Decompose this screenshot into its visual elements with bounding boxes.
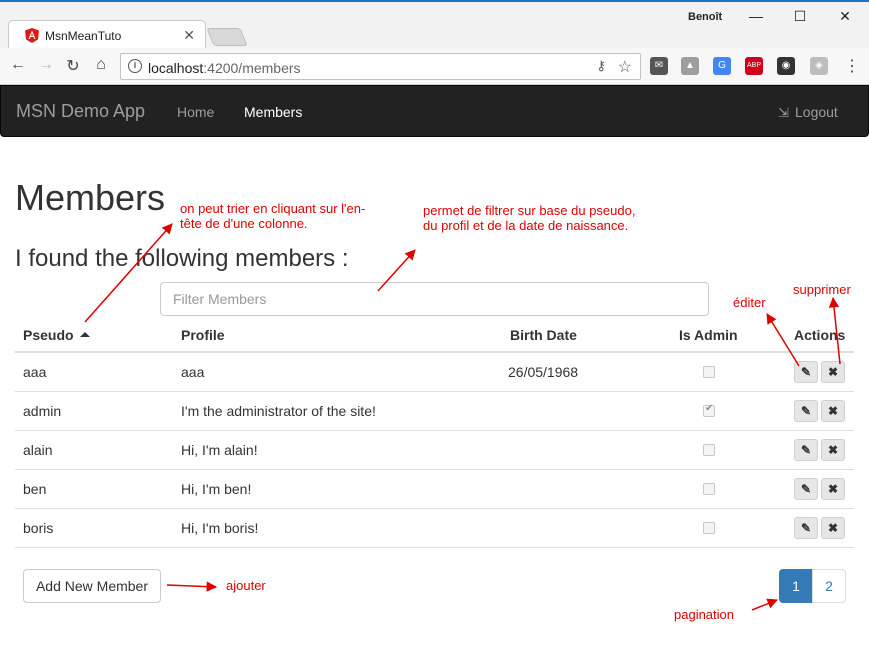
table-row: alain Hi, I'm alain! ✎ ✖ bbox=[15, 431, 854, 470]
page-1-button[interactable]: 1 bbox=[779, 569, 813, 603]
page-subtitle: I found the following members : bbox=[15, 245, 349, 272]
cell-pseudo: alain bbox=[23, 442, 53, 458]
logout-label: Logout bbox=[795, 104, 838, 120]
edit-button[interactable]: ✎ bbox=[794, 517, 818, 539]
table-row: ben Hi, I'm ben! ✎ ✖ bbox=[15, 470, 854, 509]
maximize-icon[interactable]: ☐ bbox=[790, 8, 810, 25]
add-member-button[interactable]: Add New Member bbox=[23, 569, 161, 603]
new-tab-button[interactable] bbox=[206, 28, 248, 46]
cube-extension-icon[interactable]: ◈ bbox=[810, 57, 828, 75]
members-table: Pseudo Profile Birth Date Is Admin Actio… bbox=[15, 316, 854, 548]
star-icon[interactable]: ☆ bbox=[618, 57, 632, 77]
page-2-button[interactable]: 2 bbox=[812, 569, 846, 603]
filter-input[interactable] bbox=[160, 282, 709, 316]
column-header-profile[interactable]: Profile bbox=[181, 327, 225, 343]
menu-icon[interactable]: ⋮ bbox=[842, 56, 862, 76]
is-admin-checkbox bbox=[703, 483, 715, 495]
angular-favicon-icon bbox=[25, 28, 39, 43]
cell-pseudo: boris bbox=[23, 520, 54, 536]
url-host: localhost bbox=[148, 60, 204, 76]
table-body: aaa aaa 26/05/1968 ✎ ✖ admin I'm the administr… bbox=[15, 353, 854, 548]
table-header: Pseudo Profile Birth Date Is Admin Actio… bbox=[15, 316, 854, 353]
delete-button[interactable]: ✖ bbox=[821, 517, 845, 539]
page-title: Members bbox=[15, 177, 166, 218]
column-header-is-admin[interactable]: Is Admin bbox=[679, 327, 738, 343]
cell-profile: Hi, I'm ben! bbox=[181, 481, 252, 497]
column-header-actions: Actions bbox=[794, 327, 846, 343]
is-admin-checkbox bbox=[703, 444, 715, 456]
edit-button[interactable]: ✎ bbox=[794, 400, 818, 422]
table-row: boris Hi, I'm boris! ✎ ✖ bbox=[15, 509, 854, 548]
is-admin-checkbox bbox=[703, 403, 715, 417]
tab-title: MsnMeanTuto bbox=[45, 29, 122, 43]
drive-extension-icon[interactable]: ▲ bbox=[681, 57, 699, 75]
translate-extension-icon[interactable]: G bbox=[713, 57, 731, 75]
lastpass-extension-icon[interactable]: ◉ bbox=[777, 57, 795, 75]
mail-extension-icon[interactable]: ✉ bbox=[650, 57, 668, 75]
forward-icon[interactable]: → bbox=[36, 56, 56, 74]
annotation-sort: on peut trier en cliquant sur l'en-tête … bbox=[180, 201, 366, 231]
cell-pseudo: admin bbox=[23, 403, 62, 419]
edit-button[interactable]: ✎ bbox=[794, 439, 818, 461]
delete-button[interactable]: ✖ bbox=[821, 361, 845, 383]
is-admin-checkbox bbox=[703, 522, 715, 534]
back-icon[interactable]: ← bbox=[8, 56, 28, 74]
edit-button[interactable]: ✎ bbox=[794, 478, 818, 500]
sort-ascending-icon bbox=[79, 332, 90, 337]
logout-link[interactable]: ⇲ Logout bbox=[778, 104, 838, 121]
edit-button[interactable]: ✎ bbox=[794, 361, 818, 383]
browser-tab[interactable]: MsnMeanTuto ✕ bbox=[8, 20, 206, 50]
annotation-add: ajouter bbox=[226, 578, 266, 593]
annotation-filter: permet de filtrer sur base du pseudo, du… bbox=[423, 203, 636, 233]
delete-button[interactable]: ✖ bbox=[821, 478, 845, 500]
column-header-pseudo[interactable]: Pseudo bbox=[23, 327, 90, 343]
browser-toolbar: ← → ↻ ⌂ i localhost:4200/members ⚷ ☆ ✉ ▲ G… bbox=[0, 48, 869, 85]
browser-tab-strip: MsnMeanTuto ✕ Benoît — ☐ ✕ bbox=[0, 0, 869, 50]
arrow-pagination bbox=[751, 598, 778, 611]
adblock-extension-icon[interactable]: ABP bbox=[745, 57, 763, 75]
cell-profile: aaa bbox=[181, 364, 205, 380]
arrow-add bbox=[166, 581, 218, 592]
delete-button[interactable]: ✖ bbox=[821, 439, 845, 461]
logout-icon: ⇲ bbox=[778, 105, 789, 120]
window-close-icon[interactable]: ✕ bbox=[835, 8, 855, 25]
key-icon[interactable]: ⚷ bbox=[596, 58, 606, 74]
table-row: aaa aaa 26/05/1968 ✎ ✖ bbox=[15, 353, 854, 392]
profile-name[interactable]: Benoît bbox=[688, 11, 722, 23]
annotation-pagination: pagination bbox=[674, 607, 734, 622]
cell-profile: Hi, I'm alain! bbox=[181, 442, 258, 458]
address-bar[interactable]: i localhost:4200/members ⚷ ☆ bbox=[120, 53, 641, 80]
annotation-edit: éditer bbox=[733, 295, 766, 310]
column-header-birth-date[interactable]: Birth Date bbox=[510, 327, 577, 343]
cell-pseudo: ben bbox=[23, 481, 47, 497]
column-header-label: Pseudo bbox=[23, 327, 74, 343]
table-row: admin I'm the administrator of the site! ✎… bbox=[15, 392, 854, 431]
url-text[interactable]: localhost:4200/members bbox=[148, 60, 301, 76]
nav-link-home[interactable]: Home bbox=[177, 104, 214, 120]
minimize-icon[interactable]: — bbox=[746, 8, 766, 24]
cell-birth-date: 26/05/1968 bbox=[508, 364, 579, 380]
delete-button[interactable]: ✖ bbox=[821, 400, 845, 422]
arrow-sort bbox=[84, 223, 173, 323]
cell-profile: Hi, I'm boris! bbox=[181, 520, 259, 536]
cell-pseudo: aaa bbox=[23, 364, 47, 380]
brand[interactable]: MSN Demo App bbox=[16, 101, 145, 122]
tab-close-icon[interactable]: ✕ bbox=[183, 27, 195, 44]
home-icon[interactable]: ⌂ bbox=[91, 56, 111, 74]
app-navbar: MSN Demo App Home Members ⇲ Logout bbox=[0, 85, 869, 137]
url-path: :4200/members bbox=[203, 60, 301, 76]
is-admin-checkbox bbox=[703, 366, 715, 378]
annotation-delete: supprimer bbox=[793, 282, 851, 297]
reload-icon[interactable]: ↻ bbox=[63, 56, 83, 76]
nav-link-members[interactable]: Members bbox=[244, 104, 302, 120]
info-icon[interactable]: i bbox=[128, 59, 142, 73]
cell-profile: I'm the administrator of the site! bbox=[181, 403, 376, 419]
